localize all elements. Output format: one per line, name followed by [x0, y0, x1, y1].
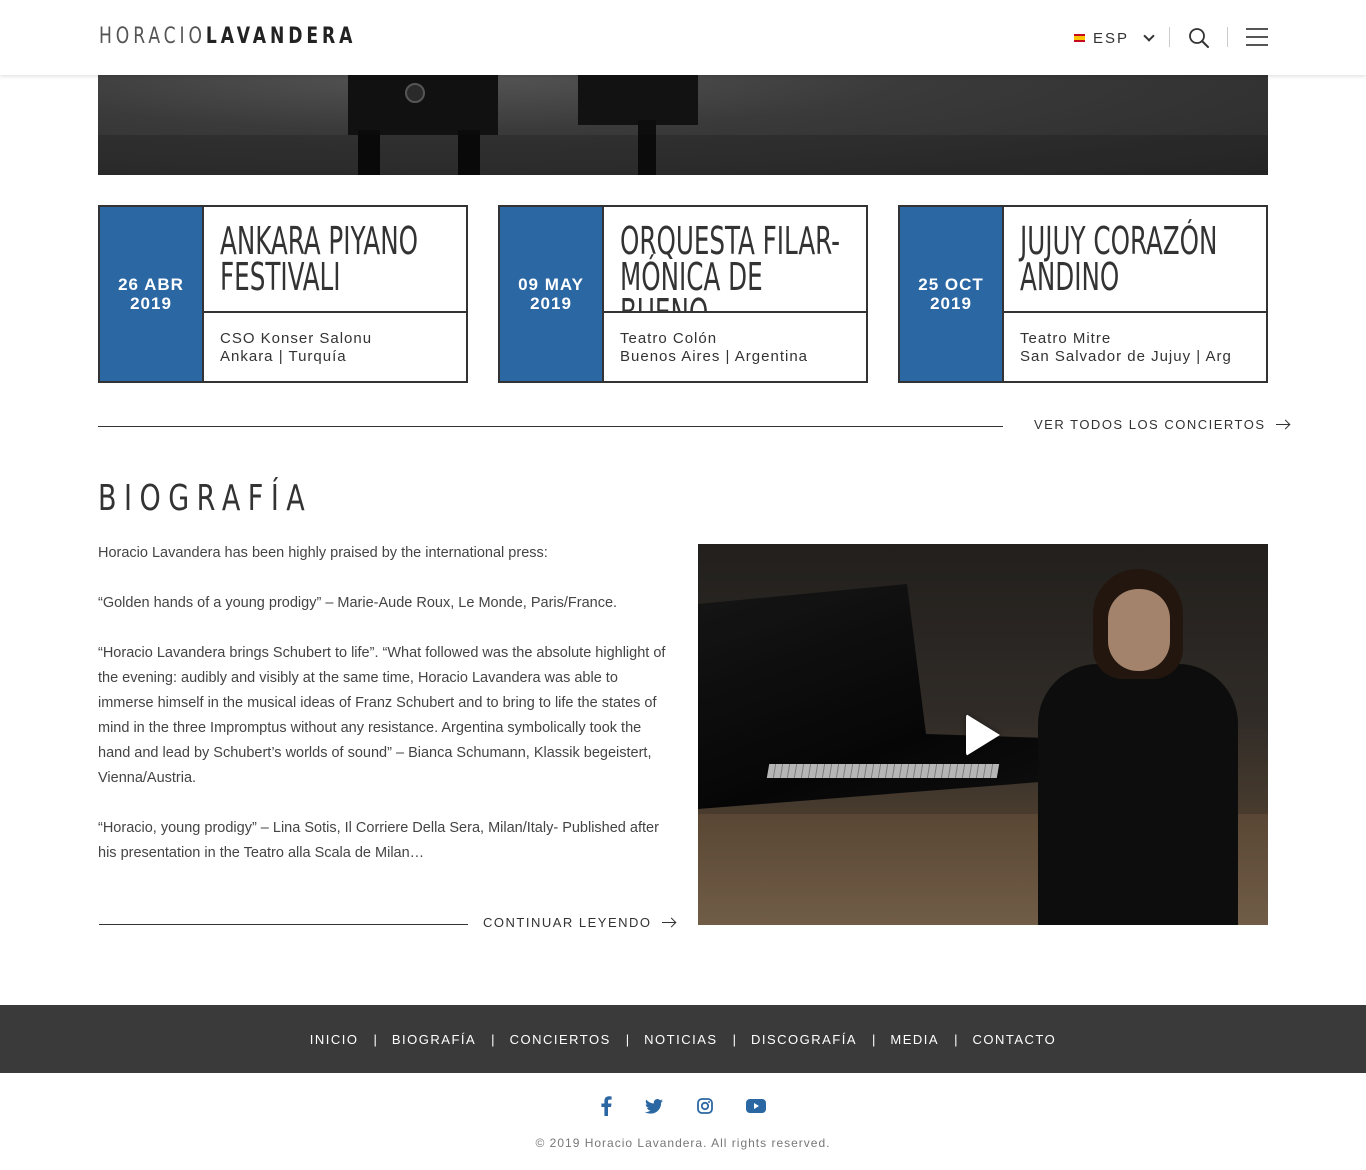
nav-separator: |: [732, 1031, 736, 1047]
nav-separator: |: [954, 1031, 958, 1047]
twitter-icon: [645, 1098, 663, 1114]
nav-separator: |: [373, 1031, 377, 1047]
concert-date: 25 OCT 2019: [900, 207, 1004, 381]
play-icon[interactable]: [966, 714, 1000, 756]
arrow-right-icon: [1275, 420, 1290, 430]
chevron-down-icon: [1143, 30, 1155, 42]
concert-venue: Teatro Colón Buenos Aires | Argentina: [604, 313, 866, 381]
concert-date: 26 ABR 2019: [100, 207, 204, 381]
concert-title-text: ORQUESTA FILAR- MÓNICA DE BUENO...: [620, 219, 841, 313]
concert-title: JUJUY CORAZÓN ANDINO: [1004, 207, 1266, 313]
language-selector[interactable]: ESP: [1074, 28, 1155, 48]
copyright-text: © 2019 Horacio Lavandera. All rights res…: [535, 1136, 831, 1150]
instagram-link[interactable]: [694, 1095, 716, 1117]
footer-nav-media[interactable]: MEDIA: [890, 1032, 939, 1047]
biography-paragraph: “Golden hands of a young prodigy” – Mari…: [98, 595, 618, 611]
biography-video[interactable]: [698, 544, 1268, 925]
concert-day-month: 25 OCT: [918, 275, 984, 294]
concert-location: Ankara | Turquía: [220, 348, 347, 365]
nav-separator: |: [491, 1031, 495, 1047]
footer-nav-conciertos[interactable]: CONCIERTOS: [510, 1032, 611, 1047]
instagram-icon: [697, 1098, 713, 1114]
biography-paragraph: Horacio Lavandera has been highly praise…: [98, 545, 548, 561]
concert-day-month: 09 MAY: [518, 275, 584, 294]
nav-separator: |: [872, 1031, 876, 1047]
concert-date: 09 MAY 2019: [500, 207, 604, 381]
continue-reading-label: CONTINUAR LEYENDO: [483, 915, 652, 930]
footer-nav-discografia[interactable]: DISCOGRAFÍA: [751, 1032, 857, 1047]
concert-venue-name: Teatro Mitre: [1020, 330, 1112, 347]
biography-heading: BIOGRAFÍA: [98, 478, 313, 519]
facebook-icon: [601, 1096, 612, 1116]
piano-photo: [98, 75, 1268, 175]
concert-location: San Salvador de Jujuy | Arg: [1020, 348, 1232, 365]
nav-separator: |: [625, 1031, 630, 1047]
logo-first-name: HORACIO: [99, 24, 206, 49]
concert-venue-name: Teatro Colón: [620, 330, 718, 347]
see-all-concerts-link[interactable]: VER TODOS LOS CONCIERTOS: [1034, 417, 1290, 432]
youtube-link[interactable]: [744, 1095, 768, 1117]
spain-flag-icon: [1074, 34, 1085, 42]
concert-year: 2019: [530, 294, 572, 313]
language-label: ESP: [1093, 29, 1130, 47]
header-divider: [1227, 27, 1228, 47]
search-icon: [1189, 28, 1209, 48]
concert-day-month: 26 ABR: [118, 275, 184, 294]
site-header: HORACIOLAVANDERA ESP: [0, 0, 1366, 75]
youtube-icon: [746, 1099, 766, 1113]
hero-image: [98, 75, 1268, 175]
section-divider: [99, 924, 468, 925]
hamburger-line: [1246, 28, 1268, 30]
footer-nav-noticias[interactable]: NOTICIAS: [644, 1032, 717, 1047]
concert-card[interactable]: 09 MAY 2019 ORQUESTA FILAR- MÓNICA DE BU…: [498, 205, 868, 383]
see-all-concerts-label: VER TODOS LOS CONCIERTOS: [1034, 417, 1266, 432]
biography-text: Horacio Lavandera has been highly praise…: [98, 541, 668, 891]
biography-paragraph: “Horacio, young prodigy” – Lina Sotis, I…: [98, 820, 659, 861]
continue-reading-link[interactable]: CONTINUAR LEYENDO: [483, 915, 676, 930]
section-divider: [98, 426, 1003, 427]
menu-button[interactable]: [1246, 28, 1268, 46]
concert-year: 2019: [930, 294, 972, 313]
footer-nav-contacto[interactable]: CONTACTO: [972, 1032, 1056, 1047]
concert-card[interactable]: 25 OCT 2019 JUJUY CORAZÓN ANDINO Teatro …: [898, 205, 1268, 383]
twitter-link[interactable]: [643, 1095, 665, 1117]
footer-nav-biografia[interactable]: BIOGRAFÍA: [392, 1032, 476, 1047]
biography-paragraph: “Horacio Lavandera brings Schubert to li…: [98, 645, 666, 786]
concert-title: ANKARA PIYANO FESTIVALI: [204, 207, 466, 313]
concert-title-text: JUJUY CORAZÓN ANDINO: [1020, 219, 1218, 299]
footer-nav-inicio[interactable]: INICIO: [310, 1032, 359, 1047]
concert-year: 2019: [130, 294, 172, 313]
hamburger-line: [1246, 36, 1268, 38]
concert-card[interactable]: 26 ABR 2019 ANKARA PIYANO FESTIVALI CSO …: [98, 205, 468, 383]
concert-location: Buenos Aires | Argentina: [620, 348, 809, 365]
hamburger-line: [1246, 44, 1268, 46]
logo-last-name: LAVANDERA: [205, 24, 357, 49]
site-logo[interactable]: HORACIOLAVANDERA: [99, 24, 356, 49]
footer-nav: INICIO | BIOGRAFÍA | CONCIERTOS | NOTICIAS |…: [0, 1005, 1366, 1073]
concert-venue-name: CSO Konser Salonu: [220, 330, 373, 347]
arrow-right-icon: [661, 918, 676, 928]
concert-venue: CSO Konser Salonu Ankara | Turquía: [204, 313, 466, 381]
concert-title: ORQUESTA FILAR- MÓNICA DE BUENO...: [604, 207, 866, 313]
search-button[interactable]: [1188, 27, 1210, 49]
header-divider: [1169, 27, 1170, 47]
concert-title-text: ANKARA PIYANO FESTIVALI: [220, 219, 418, 299]
facebook-link[interactable]: [596, 1095, 616, 1117]
concert-venue: Teatro Mitre San Salvador de Jujuy | Arg: [1004, 313, 1266, 381]
